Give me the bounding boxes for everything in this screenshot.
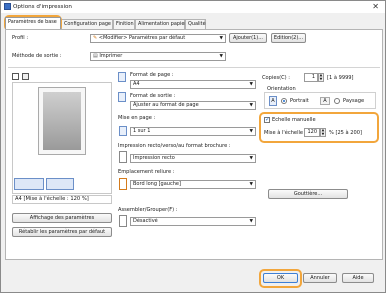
tab-label: Qualité (188, 21, 206, 27)
binding-select[interactable]: Bord long [gauche] ▼ (130, 180, 256, 189)
ok-button[interactable]: OK (263, 273, 298, 283)
layout-label: Mise en page : (118, 115, 156, 121)
restore-defaults-button[interactable]: Rétablir les paramètres par défaut (12, 227, 112, 237)
copies-label: Copies(C) : (262, 75, 290, 81)
finishing-value: Désactivé (133, 218, 158, 224)
layout-icon (119, 126, 127, 136)
tab-paper-source[interactable]: Alimentation papier (135, 19, 187, 29)
profile-label: Profil : (12, 35, 29, 41)
divider (8, 67, 380, 68)
edit-profile-button[interactable]: Edition(2)... (271, 33, 306, 43)
add-profile-button[interactable]: Ajouter(1)... (229, 33, 267, 43)
page-preview (38, 87, 86, 155)
copies-input[interactable]: 1 (304, 73, 318, 82)
binding-icon (119, 178, 127, 190)
orientation-preview-icon (46, 178, 74, 190)
output-method-label: Méthode de sortie : (12, 53, 62, 59)
pencil-icon: ✎ (93, 35, 98, 41)
tab-quality[interactable]: Qualité (185, 19, 206, 29)
manual-scaling-label: Echelle manuelle (272, 117, 316, 123)
chevron-down-icon: ▼ (249, 129, 253, 134)
tab-label: Finition (116, 21, 134, 27)
profile-value: <Modifier> Paramètres par défaut (98, 35, 186, 41)
page-format-select[interactable]: A4 ▼ (130, 80, 256, 89)
printer-icon: ▤ (93, 53, 98, 59)
preview-layout-icon[interactable] (22, 73, 29, 80)
preview-caption: A4 [Mise à l'échelle : 120 %] (12, 195, 112, 204)
page-content-thumbnail (43, 92, 81, 150)
close-icon[interactable]: ✕ (372, 2, 379, 11)
chevron-down-icon: ▼ (219, 54, 223, 59)
basic-settings-panel: Profil : ✎ <Modifier> Paramètres par déf… (5, 29, 383, 260)
tab-label: Paramètres de base (8, 19, 57, 25)
finishing-label: Assembler/Grouper(F) : (118, 207, 178, 213)
show-settings-button[interactable]: Affichage des paramètres (12, 213, 112, 223)
page-format-label: Format de page : (130, 72, 174, 78)
preview-toggle-icon[interactable] (12, 73, 19, 80)
layout-value: 1 sur 1 (133, 128, 151, 134)
scaling-range: % [25 à 200] (329, 130, 362, 136)
page-format-icon (118, 72, 126, 82)
cancel-button[interactable]: Annuler (303, 273, 337, 283)
layout-select[interactable]: 1 sur 1 ▼ (130, 127, 256, 136)
page-format-value: A4 (133, 81, 140, 87)
landscape-icon: A (320, 97, 330, 105)
landscape-label: Paysage (343, 98, 365, 104)
duplex-icon (119, 151, 127, 163)
output-format-value: Ajuster au format de page (133, 102, 199, 108)
portrait-icon: A (269, 96, 277, 106)
profile-select[interactable]: ✎ <Modifier> Paramètres par défaut ▼ (90, 34, 226, 43)
tab-label: Configuration page (64, 21, 111, 27)
output-format-icon (118, 92, 126, 102)
chevron-down-icon: ▼ (249, 182, 253, 187)
manual-scaling-checkbox[interactable] (264, 116, 270, 123)
chevron-down-icon: ▼ (249, 156, 253, 161)
output-method-select[interactable]: ▤ Imprimer ▼ (90, 52, 226, 61)
duplex-label: Impression recto/verso/au format brochur… (118, 143, 231, 149)
orientation-group: A Portrait A Paysage (264, 92, 376, 109)
print-options-dialog: Options d'impression ✕ Paramètres de bas… (0, 0, 386, 293)
portrait-label: Portrait (290, 98, 309, 104)
landscape-radio[interactable] (334, 98, 340, 104)
help-button[interactable]: Aide (342, 273, 374, 283)
chevron-down-icon: ▼ (249, 103, 253, 108)
output-format-select[interactable]: Ajuster au format de page ▼ (130, 101, 256, 110)
duplex-preview-icon (14, 178, 44, 190)
output-format-label: Format de sortie : (130, 93, 176, 99)
tab-page-setup[interactable]: Configuration page (61, 19, 113, 29)
scaling-spinner[interactable]: ▲ ▼ (320, 128, 326, 137)
duplex-value: Impression recto (133, 155, 175, 161)
copies-range: [1 à 9999] (327, 75, 354, 81)
finishing-select[interactable]: Désactivé ▼ (130, 217, 256, 226)
duplex-select[interactable]: Impression recto ▼ (130, 154, 256, 163)
binding-value: Bord long [gauche] (133, 181, 181, 187)
tab-finishing[interactable]: Finition (113, 19, 135, 29)
output-method-value: Imprimer (99, 53, 123, 59)
copies-spinner[interactable]: ▲ ▼ (318, 73, 324, 82)
title-bar: Options d'impression ✕ (1, 1, 385, 13)
printer-app-icon (4, 3, 11, 10)
window-title: Options d'impression (13, 4, 72, 10)
finishing-icon (119, 215, 127, 227)
tab-label: Alimentation papier (138, 21, 187, 27)
scaling-label: Mise à l'échelle : (264, 130, 307, 136)
gutter-button[interactable]: Gouttière... (268, 189, 348, 199)
chevron-down-icon: ▼ (219, 36, 223, 41)
portrait-radio[interactable] (281, 98, 287, 104)
binding-label: Emplacement reliure : (118, 169, 175, 175)
chevron-down-icon: ▼ (249, 219, 253, 224)
chevron-down-icon: ▼ (249, 82, 253, 87)
scaling-input[interactable]: 120 (304, 128, 320, 137)
tab-basic-settings[interactable]: Paramètres de base (5, 17, 61, 29)
